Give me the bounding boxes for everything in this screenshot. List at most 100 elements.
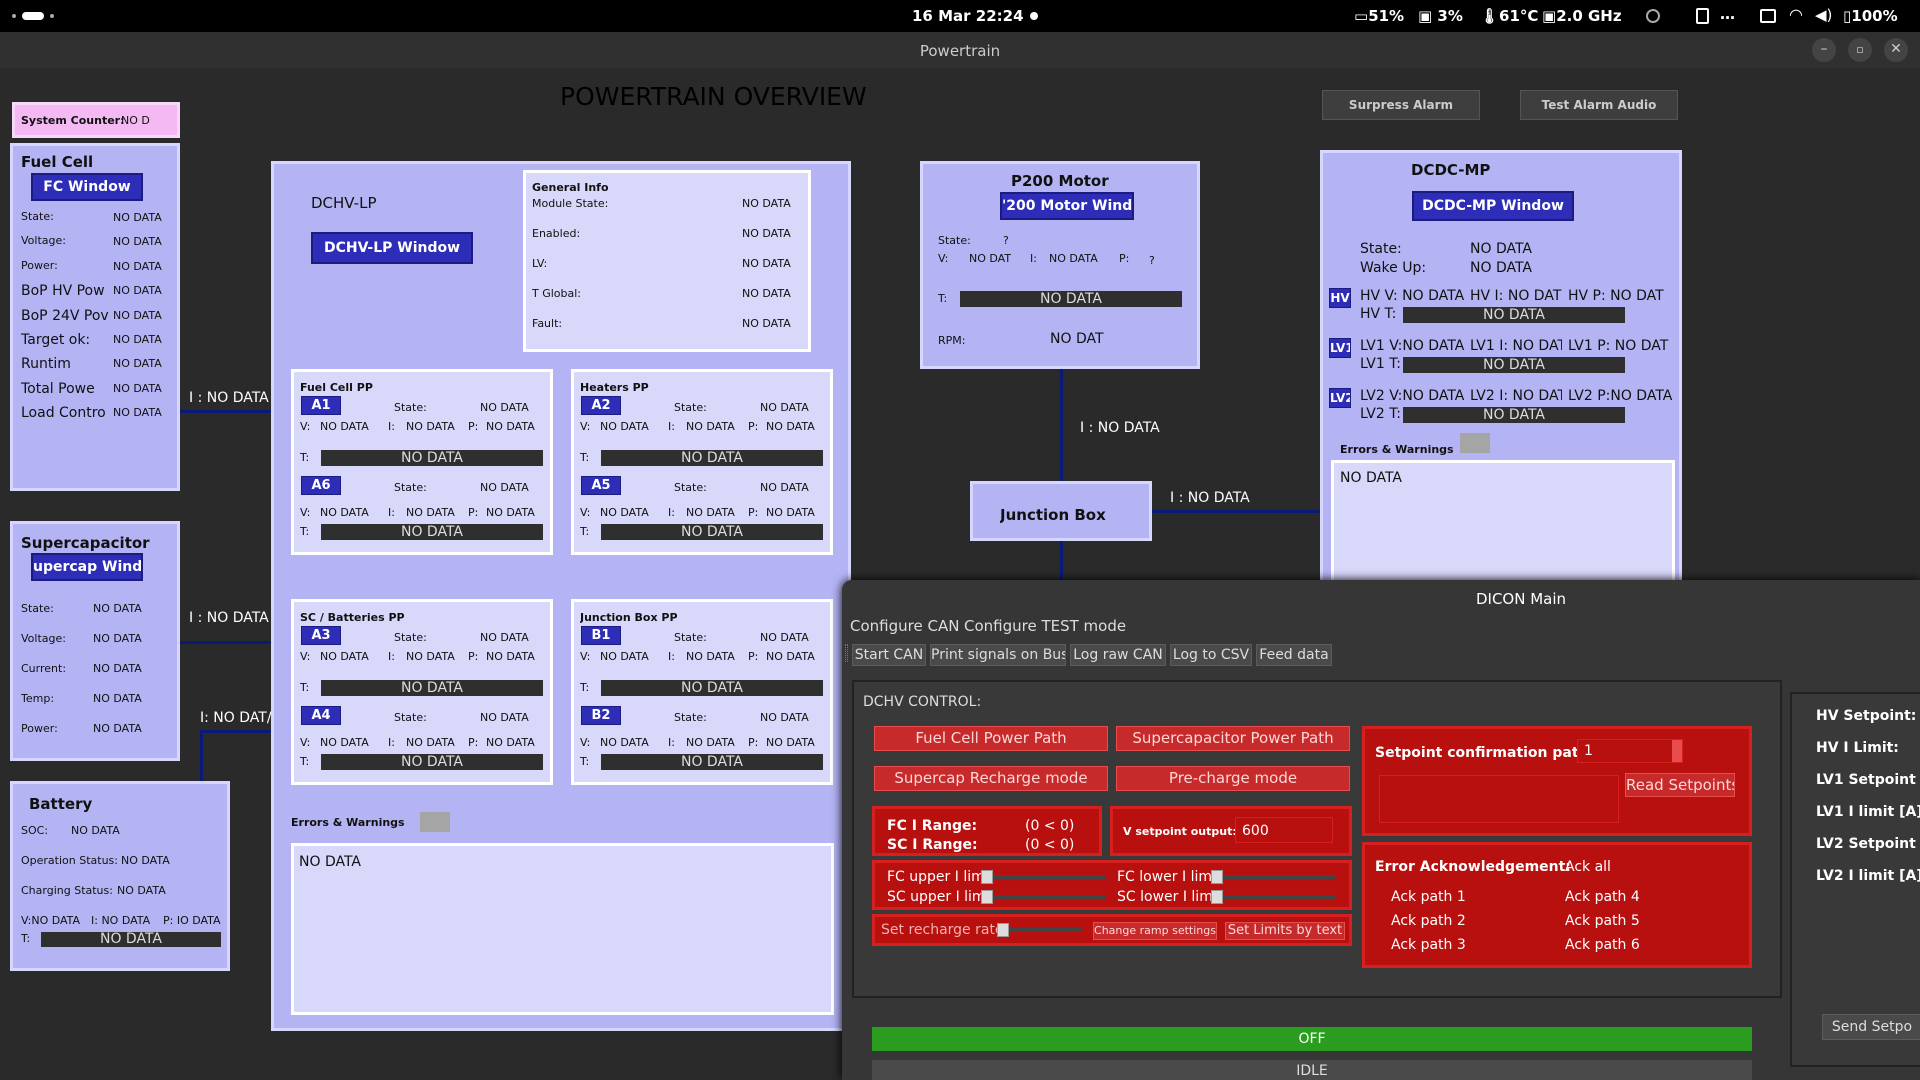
test-alarm-audio-button[interactable]: Test Alarm Audio — [1520, 90, 1678, 120]
general-info-value: NO DATA — [742, 317, 791, 330]
suppress-alarm-button[interactable]: Surpress Alarm — [1322, 90, 1480, 120]
fc-lower-knob[interactable] — [1211, 870, 1223, 884]
ack-path-option[interactable]: Ack path 6 — [1565, 937, 1640, 953]
sc-upper-slider[interactable] — [981, 890, 1105, 904]
p200-window-button[interactable]: '200 Motor Windov — [1000, 192, 1134, 220]
toolbar-button[interactable]: Print signals on Bus — [930, 644, 1066, 666]
supercap-power-path-button[interactable]: Supercapacitor Power Path — [1116, 726, 1350, 751]
unit-value: NO DATA — [320, 506, 369, 519]
recharge-rate-slider[interactable] — [997, 923, 1081, 937]
unit-tag-a4[interactable]: A4 — [301, 706, 341, 725]
temperature-status[interactable]: 🌡61°C — [1480, 7, 1538, 25]
wifi-icon[interactable]: ◠ — [1789, 5, 1803, 24]
fc-upper-knob[interactable] — [981, 870, 993, 884]
ack-path-option[interactable]: Ack path 5 — [1565, 913, 1640, 929]
ack-all-option[interactable]: Ack all — [1565, 859, 1611, 875]
ack-path-option[interactable]: Ack path 4 — [1565, 889, 1640, 905]
error-ack-box: Error Acknowledgement: Ack all Ack path … — [1362, 842, 1752, 968]
screen-icon[interactable] — [1760, 9, 1776, 23]
unit-tag-a3[interactable]: A3 — [301, 626, 341, 645]
dcdc-hv-tag[interactable]: HV — [1329, 288, 1351, 308]
unit-temp-bar: NO DATA — [321, 680, 543, 696]
workspace-indicator[interactable] — [12, 11, 56, 21]
battery-main-status[interactable]: ▯100% — [1843, 7, 1898, 25]
fuel-cell-row-label: BoP HV Pow — [21, 283, 105, 300]
v-setpoint-input[interactable]: 600 — [1235, 817, 1333, 843]
pre-charge-button[interactable]: Pre-charge mode — [1116, 766, 1350, 791]
fuel-cell-row-label: State: — [21, 210, 54, 223]
unit-tag-a6[interactable]: A6 — [301, 476, 341, 495]
dcdc-window-button[interactable]: DCDC-MP Window — [1412, 191, 1574, 221]
toolbar-button[interactable]: Log to CSV — [1170, 644, 1252, 666]
battery-charging-value: NO DATA — [117, 884, 166, 897]
setpoint-list-box[interactable] — [1379, 775, 1619, 823]
overflow-menu[interactable]: … — [1720, 5, 1735, 23]
fc-window-button[interactable]: FC Window — [31, 173, 143, 201]
fc-lower-slider[interactable] — [1211, 870, 1335, 884]
unit-tag-b1[interactable]: B1 — [581, 626, 621, 645]
sc-range-label: SC I Range: — [887, 837, 978, 853]
general-info-value: NO DATA — [742, 197, 791, 210]
toolbar-grip — [845, 644, 848, 662]
menu-configure-can[interactable]: Configure CAN — [850, 617, 959, 635]
recharge-rate-knob[interactable] — [997, 923, 1009, 937]
unit-tag-b2[interactable]: B2 — [581, 706, 621, 725]
unit-value: NO DATA — [686, 650, 735, 663]
supercap-window-button[interactable]: upercap Windov — [31, 553, 143, 581]
dcdc-lv1-tag[interactable]: LV1 — [1329, 338, 1351, 358]
disk-status[interactable]: ▣ 3% — [1418, 7, 1463, 25]
power-path-box: Heaters PP A2 State: NO DATA V: NO DATA I: NO D… — [571, 369, 833, 555]
change-ramp-button[interactable]: Change ramp settings — [1093, 922, 1217, 940]
dchv-window-button[interactable]: DCHV-LP Window — [311, 232, 473, 264]
dcdc-errors-title: Errors & Warnings — [1340, 443, 1454, 456]
dcdc-lv2-temp-bar: NO DATA — [1403, 407, 1625, 423]
unit-temp-bar: NO DATA — [601, 450, 823, 466]
supercap-row-label: Current: — [21, 662, 67, 675]
clock[interactable]: 16 Mar 22:24 — [912, 7, 1024, 25]
volume-icon[interactable]: ◀) — [1815, 6, 1832, 24]
fc-upper-slider[interactable] — [981, 870, 1105, 884]
unit-tag-a1[interactable]: A1 — [301, 396, 341, 415]
unit-state-value: NO DATA — [760, 401, 809, 414]
close-button[interactable]: ✕ — [1884, 38, 1908, 62]
dcdc-lv2-temp-label: LV2 T: — [1360, 406, 1401, 422]
ack-path-option[interactable]: Ack path 2 — [1391, 913, 1466, 929]
supercap-recharge-button[interactable]: Supercap Recharge mode — [874, 766, 1108, 791]
read-setpoints-button[interactable]: Read Setpoints — [1625, 773, 1735, 797]
unit-tag-a2[interactable]: A2 — [581, 396, 621, 415]
minimize-button[interactable]: – — [1812, 38, 1836, 62]
send-setpoints-button[interactable]: Send Setpo — [1822, 1014, 1920, 1040]
circle-icon[interactable] — [1646, 9, 1660, 23]
ack-path-option[interactable]: Ack path 1 — [1391, 889, 1466, 905]
dcdc-lv2-tag[interactable]: LV2 — [1329, 388, 1351, 408]
fuel-cell-row-label: Power: — [21, 258, 58, 272]
fuel-cell-row-label: Load Contro — [21, 405, 106, 422]
toolbar-button[interactable]: Log raw CAN — [1070, 644, 1166, 666]
dcdc-mp-panel: DCDC-MP DCDC-MP Window State: NO DATA Wa… — [1320, 150, 1682, 590]
unit-value: NO DATA — [486, 736, 535, 749]
unit-tag-a5[interactable]: A5 — [581, 476, 621, 495]
ack-path-option[interactable]: Ack path 3 — [1391, 937, 1466, 953]
v-setpoint-label: V setpoint output: — [1123, 825, 1237, 838]
toolbar-button[interactable]: Start CAN — [852, 644, 926, 666]
chip-icon: ▣ — [1542, 7, 1557, 25]
general-info-value: NO DATA — [742, 287, 791, 300]
clipboard-icon[interactable] — [1696, 8, 1709, 24]
menu-configure-test[interactable]: Configure TEST mode — [964, 617, 1126, 635]
sc-upper-knob[interactable] — [981, 890, 993, 904]
fc-upper-label: FC upper I lim — [887, 869, 985, 885]
sc-lower-slider[interactable] — [1211, 890, 1335, 904]
battery-small-status[interactable]: ▭51% — [1354, 7, 1404, 25]
cpu-status[interactable]: ▣2.0 GHz — [1542, 7, 1622, 25]
fuel-cell-power-path-button[interactable]: Fuel Cell Power Path — [874, 726, 1108, 751]
unit-p-label: P: — [468, 420, 479, 433]
dchv-control-frame: DCHV CONTROL: Fuel Cell Power Path Super… — [852, 680, 1782, 998]
battery-charging-label: Charging Status: — [21, 884, 113, 897]
unit-p-label: P: — [748, 736, 759, 749]
setpoint-conf-spinbox[interactable]: 1 — [1577, 739, 1683, 763]
spin-arrows-icon[interactable] — [1672, 740, 1682, 762]
maximize-button[interactable]: ▫ — [1848, 38, 1872, 62]
toolbar-button[interactable]: Feed data — [1256, 644, 1332, 666]
sc-lower-knob[interactable] — [1211, 890, 1223, 904]
set-limits-text-button[interactable]: Set Limits by text — [1225, 922, 1345, 940]
